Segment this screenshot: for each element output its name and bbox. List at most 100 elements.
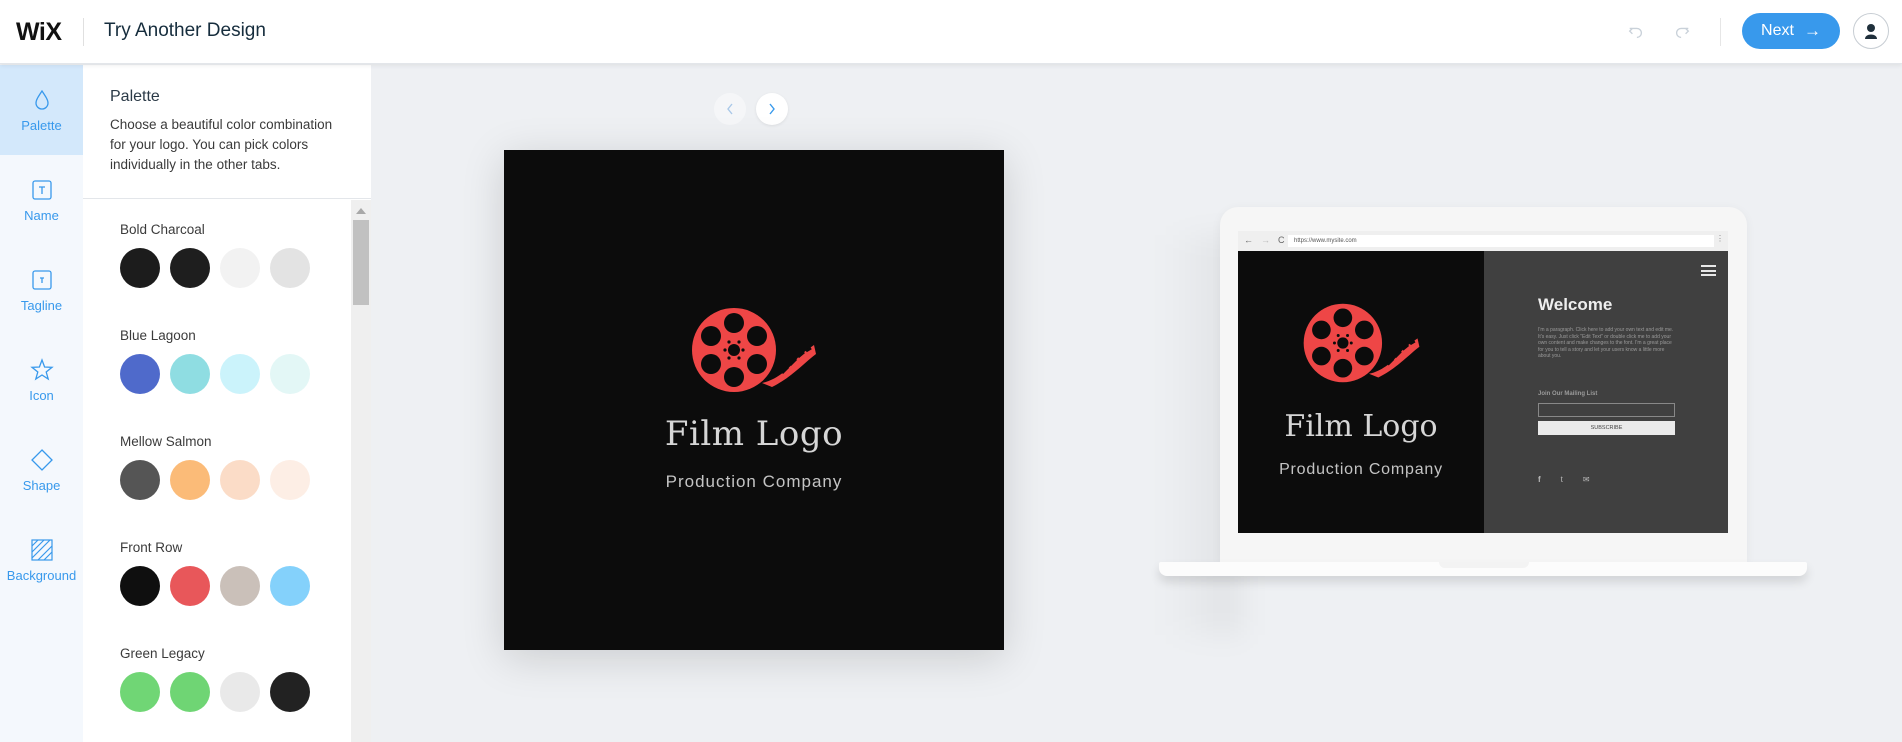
star-icon <box>29 357 54 380</box>
user-account-button[interactable] <box>1853 13 1889 49</box>
page-title: Try Another Design <box>104 20 266 41</box>
laptop-mockup: ← → C https://www.mysite.com ⋮ Film Logo… <box>1220 207 1747 562</box>
color-swatch[interactable] <box>270 248 310 288</box>
palette-name: Green Legacy <box>120 646 205 661</box>
mockup-mailing-label: Join Our Mailing List <box>1538 391 1598 397</box>
facebook-icon: f <box>1538 475 1541 484</box>
rail-item-label: Palette <box>21 117 62 133</box>
browser-menu-icon: ⋮ <box>1716 234 1724 243</box>
palette-panel: Palette Choose a beautiful color combina… <box>83 65 371 742</box>
logo-name: Film Logo <box>664 414 844 454</box>
palette-scrollbar[interactable] <box>351 200 371 742</box>
scroll-up-arrow-icon[interactable] <box>356 208 366 214</box>
rail-item-label: Tagline <box>20 297 63 313</box>
color-swatch[interactable] <box>120 248 160 288</box>
mail-icon: ✉ <box>1582 475 1590 484</box>
film-reel-icon <box>1303 303 1420 383</box>
palette-name: Mellow Salmon <box>120 434 212 449</box>
twitter-icon: t <box>1560 475 1563 484</box>
mockup-content-area: Welcome I'm a paragraph. Click here to a… <box>1484 251 1728 533</box>
top-bar: WiX Try Another Design Next → <box>0 0 1902 64</box>
mockup-logo-name: Film Logo <box>1284 409 1438 444</box>
color-swatch[interactable] <box>270 672 310 712</box>
chevron-right-icon <box>769 103 775 115</box>
color-swatch[interactable] <box>220 460 260 500</box>
undo-icon <box>1628 27 1643 39</box>
color-swatch[interactable] <box>220 354 260 394</box>
color-swatch[interactable] <box>220 566 260 606</box>
hatched-square-icon <box>30 538 53 561</box>
logo-tagline: Production Company <box>665 472 843 491</box>
palette-name: Blue Lagoon <box>120 328 196 343</box>
next-button[interactable]: Next → <box>1742 13 1840 49</box>
text-box-small-icon <box>31 269 52 290</box>
rail-item-label: Name <box>24 207 59 223</box>
color-swatch[interactable] <box>170 672 210 712</box>
panel-title: Palette <box>110 88 160 105</box>
mockup-logo-tagline: Production Company <box>1279 461 1443 478</box>
color-swatch[interactable] <box>270 566 310 606</box>
redo-button[interactable] <box>1668 18 1696 46</box>
previous-design-button[interactable] <box>714 93 746 125</box>
palette-option[interactable]: Front Row <box>120 540 340 606</box>
left-rail: Palette Name Tagline Icon Shape Backgrou… <box>0 65 83 742</box>
mockup-subscribe-button: SUBSCRIBE <box>1538 421 1675 435</box>
color-swatch[interactable] <box>170 354 210 394</box>
user-icon <box>1865 24 1877 39</box>
rail-item-icon[interactable]: Icon <box>0 335 83 425</box>
laptop-notch <box>1439 562 1529 568</box>
color-swatch[interactable] <box>170 248 210 288</box>
rail-item-name[interactable]: Name <box>0 155 83 245</box>
color-swatch[interactable] <box>220 248 260 288</box>
mockup-welcome-heading: Welcome <box>1538 295 1613 314</box>
mockup-email-field <box>1538 403 1675 417</box>
panel-description: Choose a beautiful color combination for… <box>110 117 333 172</box>
color-swatch[interactable] <box>120 354 160 394</box>
color-swatch[interactable] <box>270 460 310 500</box>
rail-item-tagline[interactable]: Tagline <box>0 245 83 335</box>
palette-name: Front Row <box>120 540 183 555</box>
color-swatch[interactable] <box>120 672 160 712</box>
browser-reload-icon: C <box>1278 235 1285 245</box>
text-box-icon <box>31 179 52 200</box>
rail-item-background[interactable]: Background <box>0 515 83 605</box>
panel-header: Palette Choose a beautiful color combina… <box>83 65 371 199</box>
palette-option[interactable]: Blue Lagoon <box>120 328 340 394</box>
color-swatch[interactable] <box>120 460 160 500</box>
color-swatch[interactable] <box>270 354 310 394</box>
browser-back-icon: ← <box>1244 235 1253 245</box>
color-swatch[interactable] <box>170 460 210 500</box>
color-swatch[interactable] <box>170 566 210 606</box>
next-label: Next <box>1761 22 1794 39</box>
undo-button[interactable] <box>1622 18 1650 46</box>
arrow-right-icon: → <box>1803 21 1821 40</box>
palette-list: Bold Charcoal Blue Lagoon Mellow Salmon <box>83 200 351 742</box>
browser-bar: ← → C https://www.mysite.com ⋮ <box>1238 231 1728 251</box>
rail-item-shape[interactable]: Shape <box>0 425 83 515</box>
divider <box>1720 18 1721 46</box>
palette-option[interactable]: Green Legacy <box>120 646 340 712</box>
rail-item-label: Background <box>6 567 77 583</box>
scroll-thumb[interactable] <box>353 220 369 305</box>
wix-logo[interactable]: WiX <box>16 18 62 47</box>
rail-item-palette[interactable]: Palette <box>0 65 83 155</box>
laptop-base <box>1159 562 1807 576</box>
film-reel-icon <box>692 308 816 392</box>
hamburger-menu-icon <box>1701 265 1716 276</box>
color-swatch[interactable] <box>220 672 260 712</box>
url-field: https://www.mysite.com <box>1288 235 1714 247</box>
rail-item-label: Shape <box>22 477 61 493</box>
palette-name: Bold Charcoal <box>120 222 205 237</box>
redo-icon <box>1675 27 1690 39</box>
diamond-icon <box>30 448 53 471</box>
color-swatch[interactable] <box>120 566 160 606</box>
palette-option[interactable]: Mellow Salmon <box>120 434 340 500</box>
design-canvas: Film Logo Production Company ← → C https… <box>371 65 1902 742</box>
rail-item-label: Icon <box>29 387 54 403</box>
browser-forward-icon: → <box>1261 235 1270 245</box>
drop-icon <box>34 89 49 110</box>
divider <box>83 18 84 46</box>
chevron-left-icon <box>727 103 733 115</box>
palette-option[interactable]: Bold Charcoal <box>120 222 340 288</box>
next-design-button[interactable] <box>756 93 788 125</box>
